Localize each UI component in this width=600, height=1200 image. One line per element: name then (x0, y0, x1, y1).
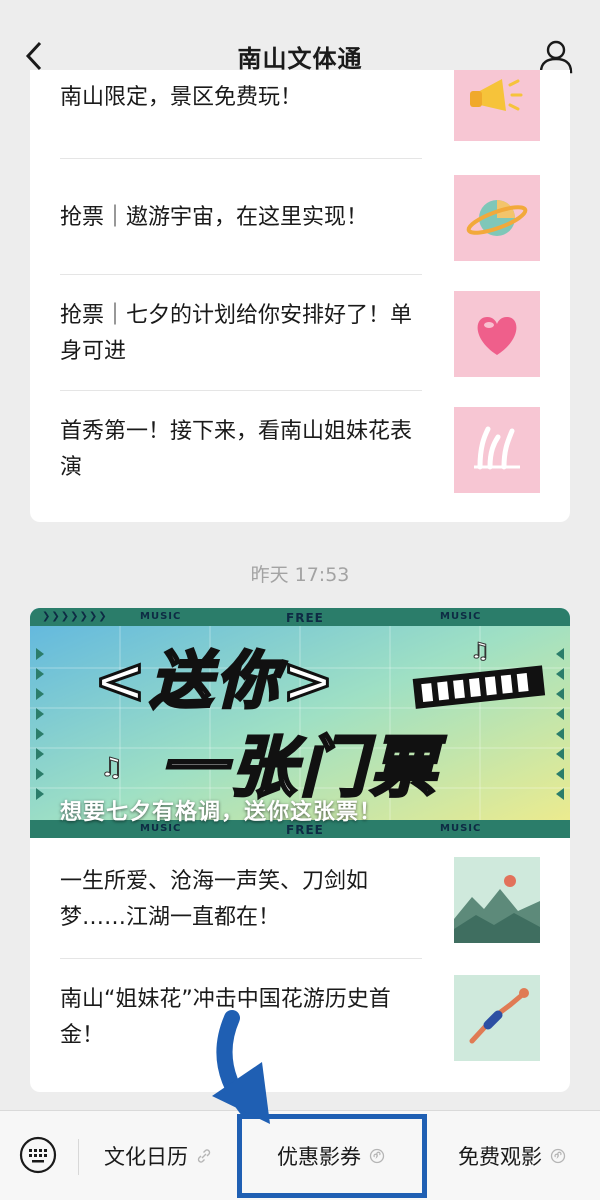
annotation-arrow (212, 1010, 270, 1124)
highlight-box (237, 1114, 427, 1198)
